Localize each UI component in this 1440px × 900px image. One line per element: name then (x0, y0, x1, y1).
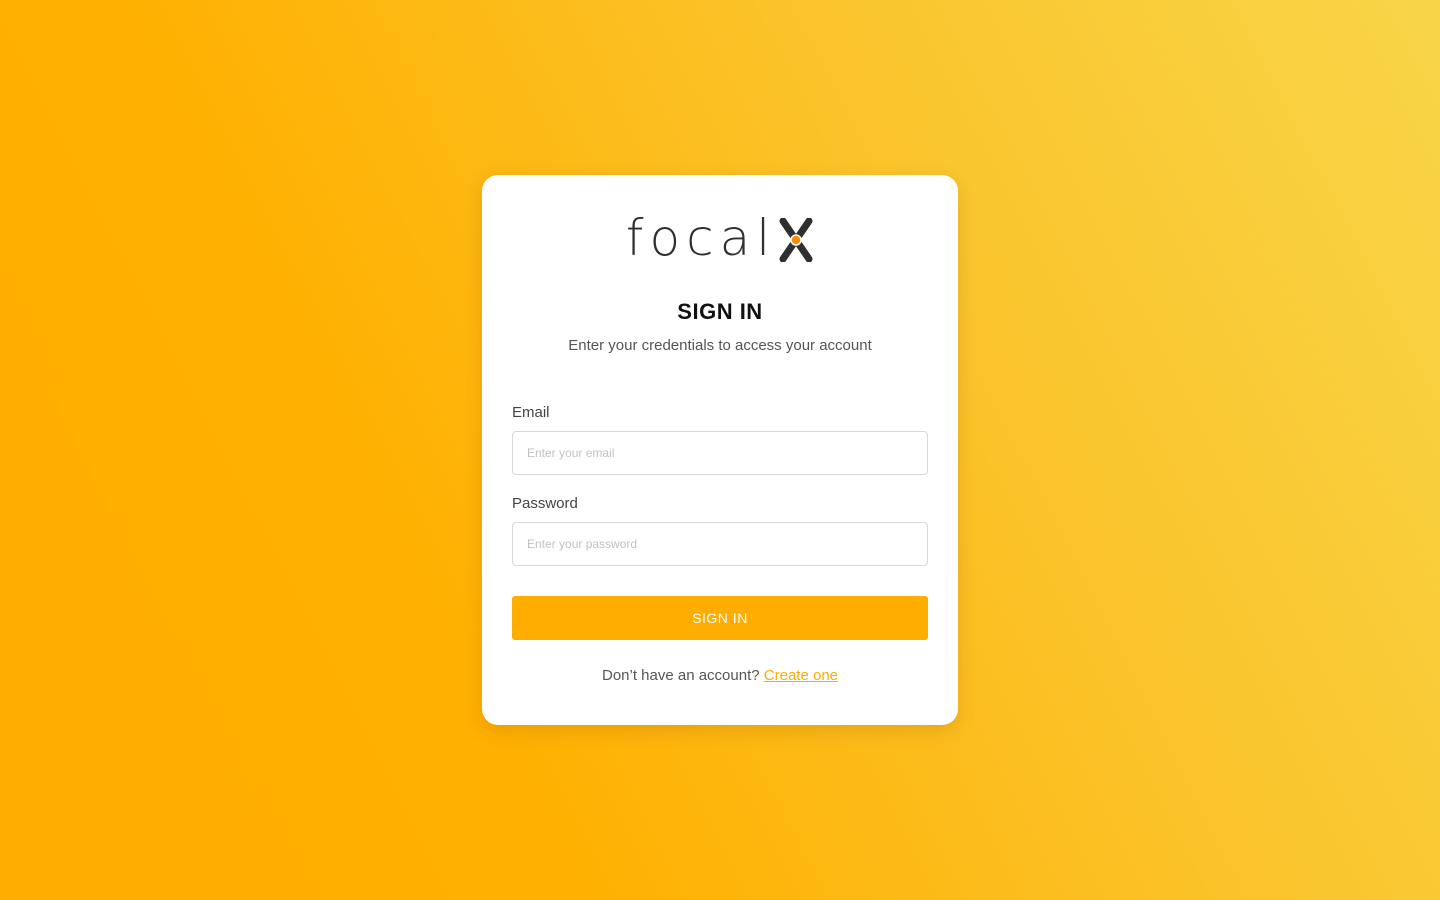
signin-card: focal SIGN IN Enter your credentials to … (482, 175, 958, 725)
signup-prompt-text: Don’t have an account? (601, 667, 760, 684)
x-mark-logo-icon (779, 218, 813, 262)
password-field[interactable] (512, 522, 928, 566)
sign-in-button[interactable]: SIGN IN (512, 596, 928, 640)
brand-logo: focal (482, 213, 958, 263)
email-field[interactable] (512, 431, 928, 475)
create-account-link[interactable]: Create one (764, 667, 838, 684)
password-label: Password (512, 495, 578, 512)
signup-prompt: Don’t have an account? Create one (482, 667, 958, 684)
page-subtitle: Enter your credentials to access your ac… (568, 337, 872, 354)
email-label: Email (512, 404, 550, 421)
page-title: SIGN IN (677, 299, 763, 324)
logo-wordmark: focal (625, 209, 777, 267)
